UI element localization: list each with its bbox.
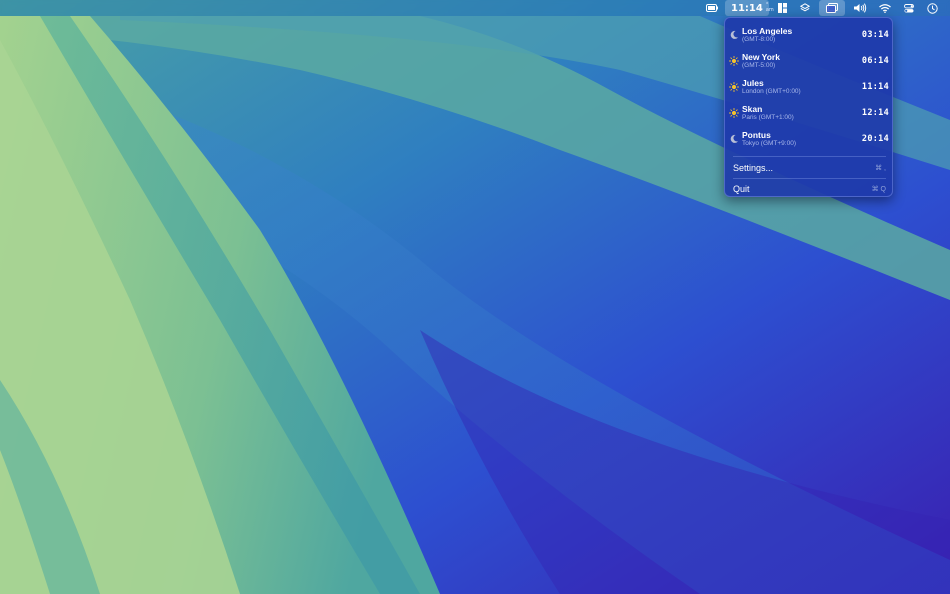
zone-detail: Paris (GMT+1:00)	[742, 114, 794, 121]
zone-time: 12:14	[861, 108, 889, 118]
zone-row-jules[interactable]: Jules London (GMT+0:00) 11:14	[725, 75, 894, 101]
settings-shortcut: ⌘ ,	[875, 165, 886, 172]
world-clock-menu[interactable]: 11:14 ° am	[725, 0, 774, 16]
control-center-icon[interactable]	[903, 0, 915, 16]
volume-icon[interactable]	[853, 0, 867, 16]
zone-time: 20:14	[861, 134, 889, 144]
zone-detail: (GMT-8:00)	[742, 36, 776, 43]
sun-icon	[729, 108, 739, 118]
zone-detail: Tokyo (GMT+9:00)	[742, 140, 797, 147]
zone-row-pontus[interactable]: Pontus Tokyo (GMT+9:00) 20:14	[725, 127, 894, 153]
menu-divider	[733, 178, 886, 179]
zone-name: Los Angeles	[742, 26, 793, 36]
zone-name: Pontus	[742, 130, 771, 140]
timer-icon[interactable]	[925, 0, 939, 16]
sun-icon	[729, 56, 739, 66]
layout-icon[interactable]	[776, 0, 788, 16]
zone-time: 06:14	[861, 56, 889, 66]
layers-icon[interactable]	[799, 0, 811, 16]
zone-time: 11:14	[861, 82, 889, 92]
quit-menu-item[interactable]: Quit ⌘ Q	[725, 181, 894, 199]
zone-time: 03:14	[861, 30, 889, 40]
clock-extra: ° am	[766, 3, 774, 13]
window-switcher-icon[interactable]	[819, 0, 845, 16]
quit-label: Quit	[733, 184, 750, 194]
sun-icon	[729, 82, 739, 92]
zone-name: New York	[742, 52, 780, 62]
zone-row-skan[interactable]: Skan Paris (GMT+1:00) 12:14	[725, 101, 894, 127]
zone-name: Skan	[742, 104, 763, 114]
settings-menu-item[interactable]: Settings... ⌘ ,	[725, 160, 894, 178]
wifi-icon[interactable]	[878, 0, 892, 16]
zone-detail: (GMT-5:00)	[742, 62, 776, 69]
zone-row-new-york[interactable]: New York (GMT-5:00) 06:14	[725, 49, 894, 75]
world-clock-dropdown: Los Angeles (GMT-8:00) 03:14 New York (G…	[724, 17, 893, 197]
menu-divider	[733, 156, 886, 157]
zone-detail: London (GMT+0:00)	[742, 88, 801, 95]
zone-row-los-angeles[interactable]: Los Angeles (GMT-8:00) 03:14	[725, 23, 894, 49]
clock-extra-bottom: am	[765, 7, 774, 13]
clock-time: 11:14	[731, 2, 763, 14]
menu-bar: 11:14 ° am	[0, 0, 950, 16]
moon-icon	[730, 30, 738, 39]
quit-shortcut: ⌘ Q	[871, 186, 886, 193]
zone-name: Jules	[742, 78, 764, 88]
settings-label: Settings...	[733, 163, 774, 173]
battery-icon[interactable]	[705, 0, 719, 16]
moon-icon	[730, 134, 738, 143]
